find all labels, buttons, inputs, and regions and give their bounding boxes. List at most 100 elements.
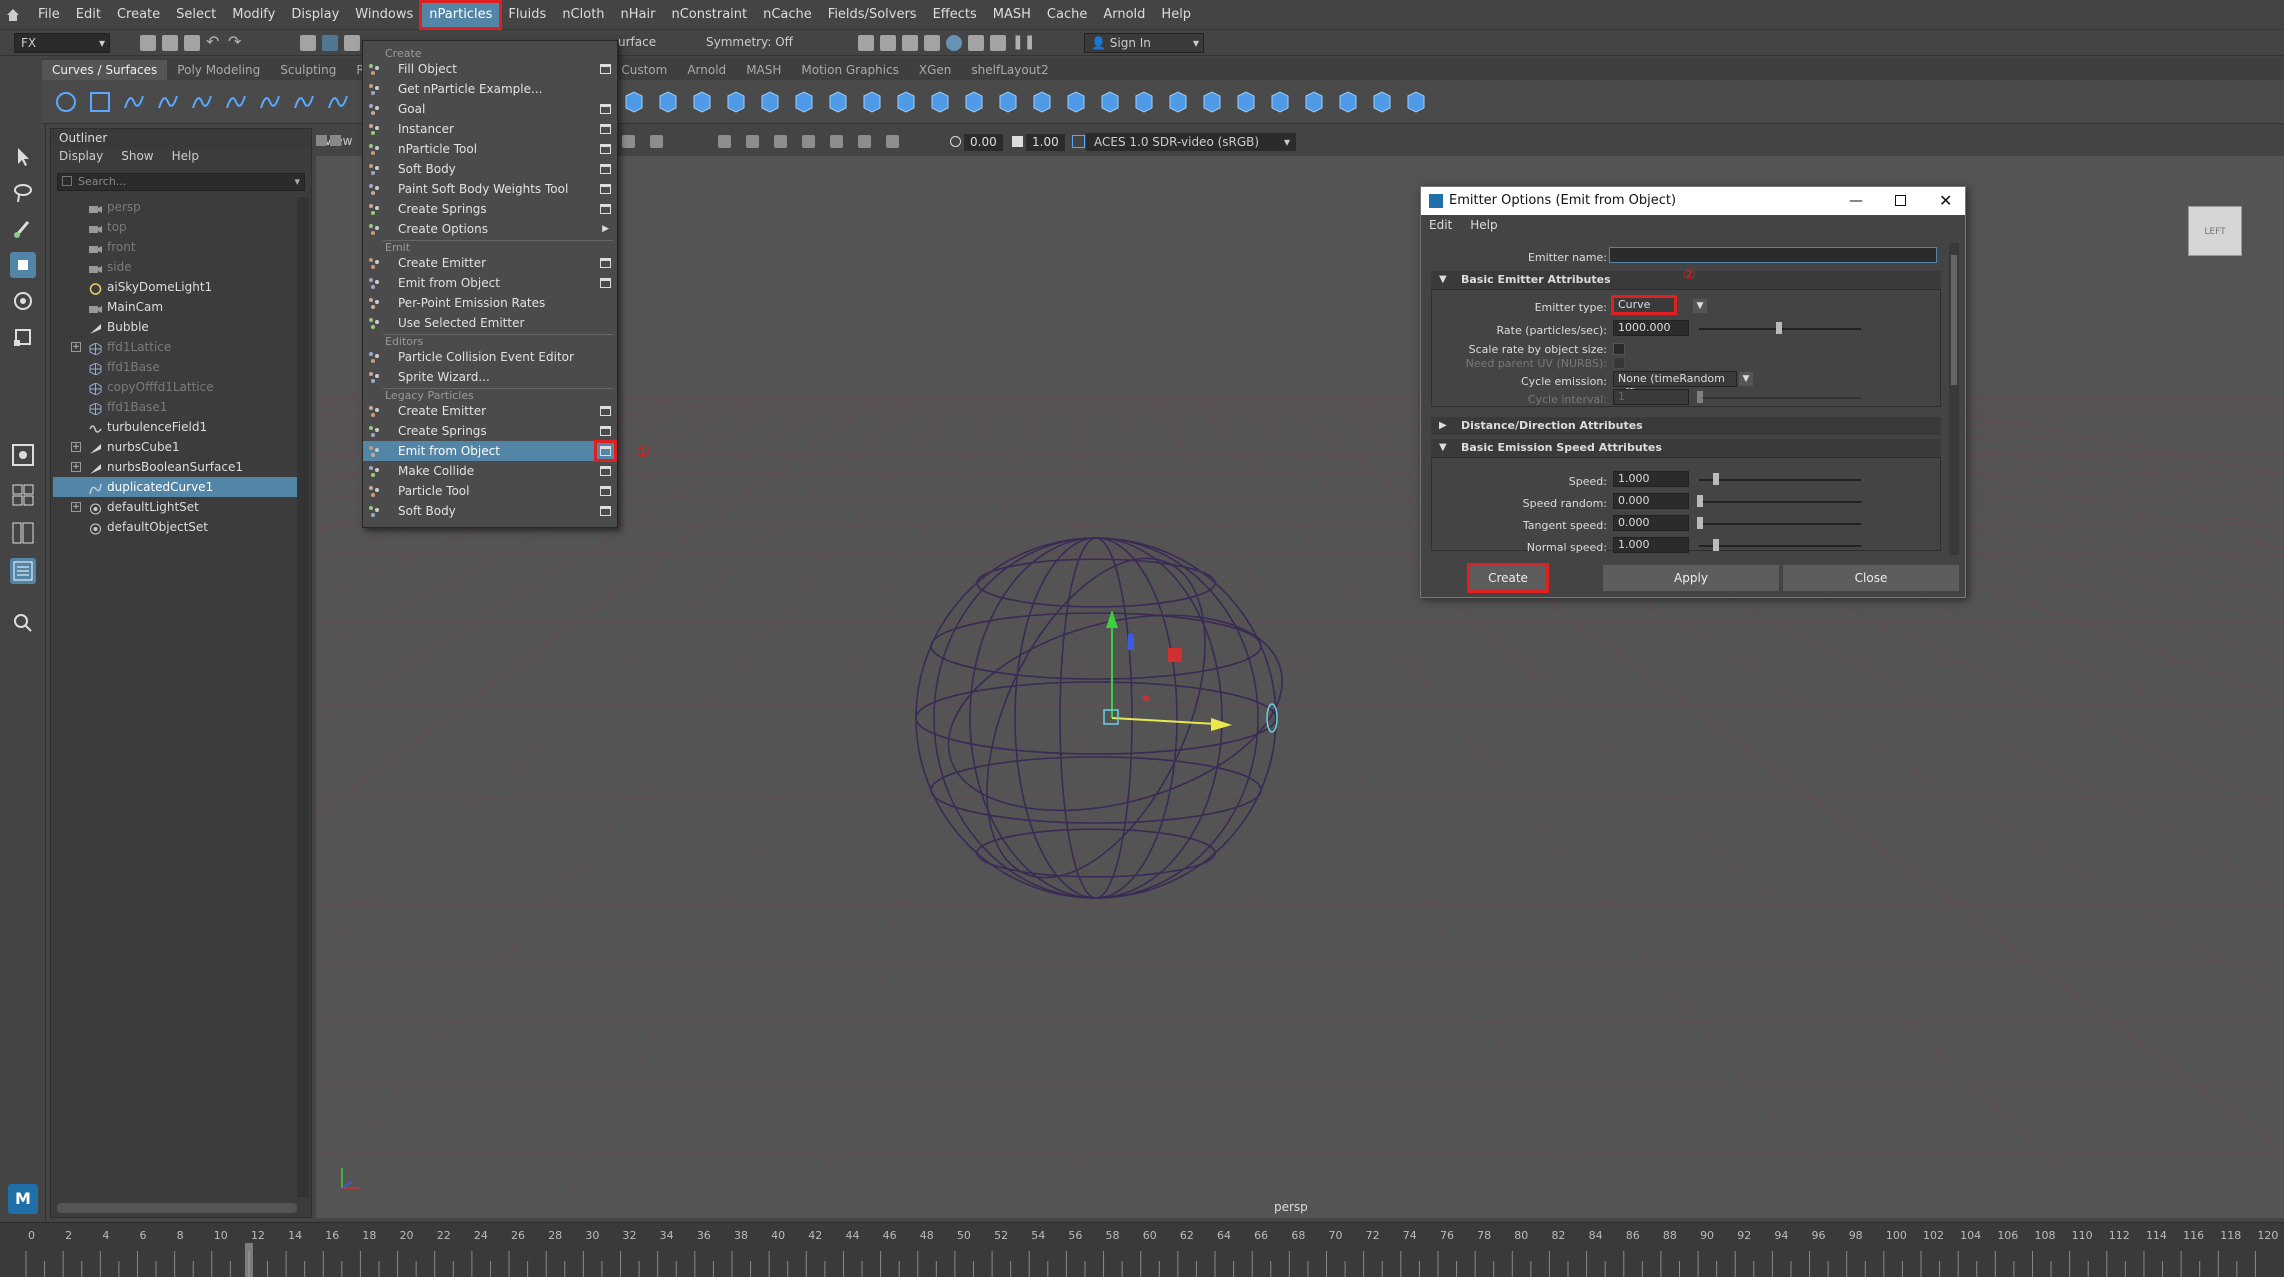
cone-icon[interactable] <box>656 90 680 114</box>
paint-select-tool-icon[interactable] <box>10 216 36 242</box>
menu-item-sprite-wizard-[interactable]: Sprite Wizard... <box>363 367 617 387</box>
resolution-gate-icon[interactable] <box>858 135 871 148</box>
minimize-icon[interactable]: — <box>1849 187 1863 215</box>
diamond-icon[interactable] <box>690 90 714 114</box>
single-perspective-layout-icon[interactable] <box>10 442 36 468</box>
option-box-icon[interactable] <box>600 506 611 516</box>
open-scene-icon[interactable] <box>162 35 178 51</box>
shelf-tab-mash[interactable]: MASH <box>736 60 791 80</box>
select-object-icon[interactable] <box>322 35 338 51</box>
dialog-scrollbar[interactable] <box>1949 243 1959 555</box>
outliner-item-ffd1base[interactable]: ffd1Base <box>53 357 299 377</box>
option-box-icon[interactable] <box>600 406 611 416</box>
boundary-icon[interactable] <box>996 90 1020 114</box>
tangent-speed-slider-handle[interactable] <box>1697 517 1703 529</box>
tangent-speed-field[interactable]: 0.000 <box>1613 515 1689 531</box>
open-close-icon[interactable] <box>1200 90 1224 114</box>
nurbs-square-icon[interactable] <box>88 90 112 114</box>
outliner-item-bubble[interactable]: Bubble <box>53 317 299 337</box>
sculpt-icon[interactable] <box>1404 90 1428 114</box>
speed-slider-handle[interactable] <box>1713 473 1719 485</box>
outliner-item-defaultobjectset[interactable]: defaultObjectSet <box>53 517 299 537</box>
menu-item-emit-from-object[interactable]: Emit from Object <box>363 273 617 293</box>
menu-help[interactable]: Help <box>1153 2 1199 28</box>
option-box-icon[interactable] <box>600 124 611 134</box>
pencil-curve-icon[interactable] <box>156 90 180 114</box>
gate-mask-icon[interactable] <box>886 135 899 148</box>
menu-item-soft-body[interactable]: Soft Body <box>363 159 617 179</box>
menu-effects[interactable]: Effects <box>925 2 985 28</box>
speed-slider[interactable] <box>1699 479 1861 481</box>
search-options-icon[interactable]: ▾ <box>294 174 300 190</box>
outliner-menu-help[interactable]: Help <box>172 147 199 165</box>
shelf-tab-motion-graphics[interactable]: Motion Graphics <box>791 60 909 80</box>
shelf-tab-arnold[interactable]: Arnold <box>677 60 736 80</box>
option-box-icon[interactable] <box>600 184 611 194</box>
emitter-name-input[interactable] <box>1609 247 1937 263</box>
menu-item-create-springs[interactable]: Create Springs <box>363 199 617 219</box>
color-management-icon[interactable] <box>1072 135 1085 148</box>
move-tool-icon[interactable] <box>10 252 36 278</box>
grid-icon[interactable] <box>802 135 815 148</box>
option-box-icon[interactable] <box>600 278 611 288</box>
outliner-item-nurbsbooleansurface1[interactable]: + nurbsBooleanSurface1 <box>53 457 299 477</box>
outliner-item-defaultlightset[interactable]: + defaultLightSet <box>53 497 299 517</box>
render-frame-icon[interactable] <box>858 35 874 51</box>
expand-icon[interactable]: + <box>71 502 81 512</box>
attach-icon[interactable] <box>1098 90 1122 114</box>
sign-in-button[interactable]: 👤 Sign In ▾ <box>1084 33 1204 53</box>
rotate-tool-icon[interactable] <box>10 288 36 314</box>
apply-button[interactable]: Apply <box>1603 565 1779 591</box>
scale-tool-icon[interactable] <box>10 324 36 350</box>
outliner-item-ffd1lattice[interactable]: + ffd1Lattice <box>53 337 299 357</box>
pause-icon[interactable]: ❚❚ <box>1012 35 1035 51</box>
four-view-layout-icon[interactable] <box>10 482 36 508</box>
menu-cache[interactable]: Cache <box>1039 2 1095 28</box>
menu-nhair[interactable]: nHair <box>613 2 664 28</box>
speed-random-slider[interactable] <box>1699 501 1861 503</box>
trim-icon[interactable] <box>1234 90 1258 114</box>
outliner-horizontal-scrollbar[interactable] <box>57 1203 297 1213</box>
outliner-scrollbar[interactable] <box>297 197 309 1197</box>
cycle-interval-field[interactable]: 1 <box>1613 389 1689 405</box>
xray-joints-icon[interactable] <box>746 135 759 148</box>
torus-icon[interactable] <box>724 90 748 114</box>
viewport-select-camera-icon[interactable] <box>330 135 341 146</box>
xray-icon[interactable] <box>718 135 731 148</box>
outliner-item-side[interactable]: side <box>53 257 299 277</box>
film-gate-icon[interactable] <box>830 135 843 148</box>
menu-fluids[interactable]: Fluids <box>500 2 554 28</box>
scale-rate-checkbox[interactable] <box>1613 343 1625 355</box>
menu-create[interactable]: Create <box>109 2 168 28</box>
menu-modify[interactable]: Modify <box>224 2 283 28</box>
need-parent-uv-checkbox[interactable] <box>1613 357 1625 369</box>
render-view-icon[interactable] <box>968 35 984 51</box>
outliner-item-maincam[interactable]: MainCam <box>53 297 299 317</box>
outliner-item-top[interactable]: top <box>53 217 299 237</box>
untrim-icon[interactable] <box>1268 90 1292 114</box>
outliner-item-duplicatedcurve1[interactable]: duplicatedCurve1 <box>53 477 299 497</box>
time-slider[interactable]: 0 2 4 6 8 10 12 14 16 18 20 22 24 26 28 30 32 34 36 38 40 42 4… <box>0 1222 2284 1277</box>
option-box-icon[interactable] <box>600 258 611 268</box>
shelf-tab-poly-modeling[interactable]: Poly Modeling <box>167 60 270 80</box>
ipr-render-icon[interactable] <box>902 35 918 51</box>
nurbs-circle-icon[interactable] <box>54 90 78 114</box>
dialog-titlebar[interactable]: Emitter Options (Emit from Object) — ✕ <box>1421 187 1965 215</box>
emitter-type-dropdown[interactable]: Curve <box>1611 295 1677 315</box>
shelf-tab-shelflayout2[interactable]: shelfLayout2 <box>961 60 1058 80</box>
intersect-icon[interactable] <box>1336 90 1360 114</box>
menu-file[interactable]: File <box>30 2 68 28</box>
close-icon[interactable]: ✕ <box>1939 187 1952 215</box>
dialog-scrollbar-thumb[interactable] <box>1951 255 1957 385</box>
cycle-interval-slider-handle[interactable] <box>1697 391 1703 403</box>
detach-icon[interactable] <box>1132 90 1156 114</box>
menu-item-emit-from-object[interactable]: Emit from Object <box>363 440 617 462</box>
menu-item-get-nparticle-example-[interactable]: Get nParticle Example... <box>363 79 617 99</box>
option-box-icon[interactable] <box>600 104 611 114</box>
expand-icon[interactable]: + <box>71 462 81 472</box>
cylinder-icon[interactable] <box>622 90 646 114</box>
rate-field[interactable]: 1000.000 <box>1613 320 1689 336</box>
cv-curve-icon[interactable] <box>224 90 248 114</box>
menu-select[interactable]: Select <box>168 2 224 28</box>
bezier-curve-icon[interactable] <box>190 90 214 114</box>
